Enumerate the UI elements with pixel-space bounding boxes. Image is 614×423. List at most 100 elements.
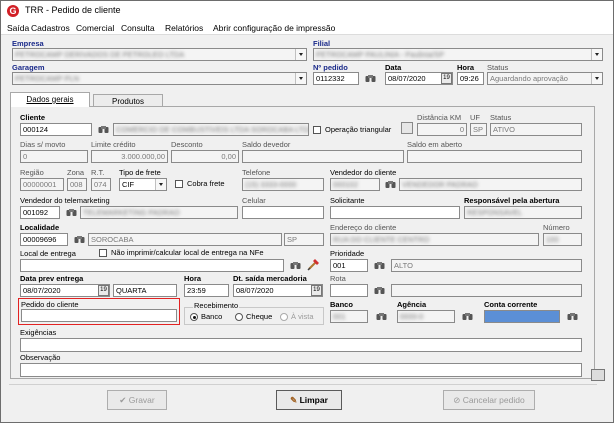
data-input[interactable]: 08/07/2020 19 <box>385 72 453 85</box>
radio-avista[interactable] <box>280 313 288 321</box>
binoculars-icon <box>365 75 376 82</box>
garagem-label: Garagem <box>12 63 45 72</box>
search-conta-button[interactable] <box>564 310 579 323</box>
observacao-input[interactable] <box>20 363 582 377</box>
vendedor-tele-nome-field: TELEMARKETING PADRAO <box>80 206 238 219</box>
cliente-input[interactable]: 000124 <box>20 123 92 136</box>
zona-field: 008 <box>67 178 87 191</box>
cancelar-pedido-button[interactable]: ⊘ Cancelar pedido <box>443 390 535 410</box>
zona-label: Zona <box>67 168 85 177</box>
observacao-label: Observação <box>20 353 61 362</box>
search-cliente-button[interactable] <box>95 123 110 136</box>
numero-field: 100 <box>543 233 582 246</box>
app-logo-icon: G <box>7 5 19 17</box>
radio-cheque[interactable] <box>235 313 243 321</box>
tipo-frete-select[interactable]: CIF <box>119 178 167 191</box>
search-prioridade-button[interactable] <box>371 259 386 272</box>
dt-saida-input[interactable]: 08/07/2020 19 <box>233 284 323 297</box>
rota-nome-field <box>391 284 582 297</box>
chevron-down-icon[interactable] <box>295 73 306 84</box>
hora-input[interactable]: 09:26 <box>457 72 484 85</box>
cobra-frete-checkbox[interactable] <box>175 180 183 188</box>
empresa-label: Empresa <box>12 39 44 48</box>
binoculars-icon <box>374 287 385 294</box>
solicitante-input[interactable] <box>330 206 460 219</box>
filial-select[interactable]: PETROCAMP PAULINIA - Paulinia/SP <box>313 48 603 61</box>
pedido-cliente-input[interactable] <box>21 309 177 322</box>
saldo-aberto-field <box>407 150 582 163</box>
rota-input[interactable] <box>330 284 368 297</box>
tab-dados-gerais[interactable]: Dados gerais <box>10 92 90 107</box>
garagem-select[interactable]: PETROCAMP PLN <box>12 72 307 85</box>
vendedor-tele-label: Vendedor do telemarketing <box>20 196 110 205</box>
window-title: TRR - Pedido de cliente <box>25 5 121 15</box>
menu-relatorios[interactable]: Relatórios <box>165 23 203 33</box>
operacao-triangular-checkbox[interactable] <box>313 126 321 134</box>
exigencias-input[interactable] <box>20 338 582 352</box>
chevron-down-icon[interactable] <box>591 49 602 60</box>
local-entrega-input[interactable] <box>20 259 284 272</box>
responsavel-input[interactable]: RESPONSAVEL <box>464 206 582 219</box>
main-window: G TRR - Pedido de cliente Saída Cadastro… <box>0 0 614 423</box>
calendar-icon[interactable]: 19 <box>311 285 322 296</box>
status-select[interactable]: Aguardando aprovação <box>487 72 603 85</box>
limite-field: 3.000.000,00 <box>91 150 168 163</box>
search-vendedor-tele-button[interactable] <box>63 206 78 219</box>
radio-cheque-label: Cheque <box>246 312 273 321</box>
cliente-nome-field: COMERCIO DE COMBUSTIVEIS LTDA SOROCABA L… <box>113 123 309 136</box>
hora-label: Hora <box>457 63 475 72</box>
pedido-cliente-label: Pedido do cliente <box>21 300 79 309</box>
distancia-label: Distância KM <box>417 113 462 122</box>
prioridade-input[interactable]: 001 <box>330 259 368 272</box>
search-agencia-button[interactable] <box>459 310 474 323</box>
uf-label: UF <box>470 113 480 122</box>
search-vendedor-button[interactable] <box>382 178 397 191</box>
clear-local-entrega-icon[interactable] <box>307 257 321 271</box>
numero-label: Número <box>543 223 570 232</box>
search-npedido-button[interactable] <box>362 72 377 85</box>
chevron-down-icon[interactable] <box>295 49 306 60</box>
local-entrega-label: Local de entrega <box>20 249 76 258</box>
menu-cadastros[interactable]: Cadastros <box>31 23 70 33</box>
search-rota-button[interactable] <box>371 284 386 297</box>
banco-input[interactable]: 001 <box>330 310 368 323</box>
npedido-input[interactable]: 0112332 <box>313 72 359 85</box>
nao-imprimir-checkbox[interactable] <box>99 249 107 257</box>
book-icon[interactable] <box>591 369 605 381</box>
status-cliente-field: ATIVO <box>490 123 582 136</box>
conta-input[interactable] <box>484 310 560 323</box>
search-banco-button[interactable] <box>373 310 388 323</box>
chevron-down-icon[interactable] <box>591 73 602 84</box>
telefone-field[interactable]: (15) 3333-0000 <box>242 178 324 191</box>
dia-semana-field: QUARTA <box>113 284 177 297</box>
menu-saida[interactable]: Saída <box>7 23 29 33</box>
truck-icon[interactable] <box>401 122 413 134</box>
cliente-label: Cliente <box>20 113 46 122</box>
calendar-icon[interactable]: 19 <box>98 285 109 296</box>
chevron-down-icon[interactable] <box>155 179 166 190</box>
vendedor-codigo-input[interactable]: 000102 <box>330 178 380 191</box>
agencia-input[interactable]: 0000-0 <box>397 310 455 323</box>
localidade-input[interactable]: 00009696 <box>20 233 68 246</box>
hora-entrega-input[interactable]: 23:59 <box>184 284 229 297</box>
desconto-label: Desconto <box>171 140 203 149</box>
recebimento-label: Recebimento <box>193 301 240 310</box>
data-prev-input[interactable]: 08/07/2020 19 <box>20 284 110 297</box>
celular-input[interactable] <box>242 206 324 219</box>
dias-field: 0 <box>20 150 88 163</box>
limpar-button[interactable]: ✎ Limpar <box>276 390 342 410</box>
empresa-select[interactable]: PETROCAMP DERIVADOS DE PETROLEO LTDA <box>12 48 307 61</box>
vendedor-tele-input[interactable]: 001092 <box>20 206 60 219</box>
gravar-button[interactable]: ✔ Gravar <box>107 390 167 410</box>
data-label: Data <box>385 63 402 72</box>
menu-comercial[interactable]: Comercial <box>76 23 114 33</box>
menu-impressao[interactable]: Abrir configuração de impressão <box>213 23 335 33</box>
search-localidade-button[interactable] <box>71 233 86 246</box>
solicitante-label: Solicitante <box>330 196 365 205</box>
radio-banco[interactable] <box>190 313 198 321</box>
search-local-entrega-button[interactable] <box>287 259 302 272</box>
exigencias-label: Exigências <box>20 328 57 337</box>
distancia-field: 0 <box>417 123 467 136</box>
calendar-icon[interactable]: 19 <box>441 73 452 84</box>
menu-consulta[interactable]: Consulta <box>121 23 155 33</box>
